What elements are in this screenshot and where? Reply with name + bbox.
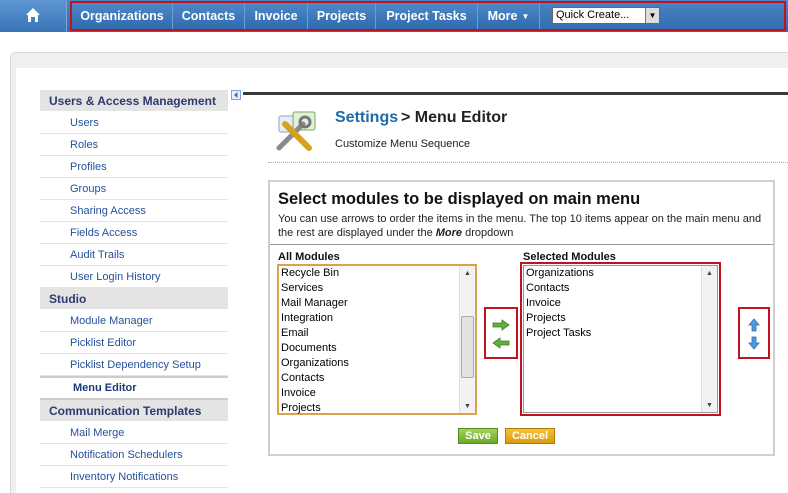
list-item[interactable]: Recycle Bin bbox=[279, 266, 475, 281]
scroll-up-icon[interactable]: ▲ bbox=[460, 266, 475, 280]
all-modules-list[interactable]: Recycle Bin Services Mail Manager Integr… bbox=[277, 264, 477, 415]
sidebar-item-picklist-dependency-setup[interactable]: Picklist Dependency Setup bbox=[40, 354, 228, 376]
quick-create-select[interactable]: Quick Create... ▼ bbox=[552, 7, 660, 24]
sidebar-item-users[interactable]: Users bbox=[40, 112, 228, 134]
sidebar-item-audit-trails[interactable]: Audit Trails bbox=[40, 244, 228, 266]
list-item[interactable]: Organizations bbox=[279, 356, 475, 371]
header-divider bbox=[268, 162, 788, 163]
panel-description-text: You can use arrows to order the items in… bbox=[278, 213, 762, 239]
move-right-icon[interactable] bbox=[491, 318, 511, 332]
sidebar-item-mail-merge[interactable]: Mail Merge bbox=[40, 422, 228, 444]
list-item[interactable]: Mail Manager bbox=[279, 296, 475, 311]
sidebar-item-notification-schedulers[interactable]: Notification Schedulers bbox=[40, 444, 228, 466]
sidebar-item-module-manager[interactable]: Module Manager bbox=[40, 310, 228, 332]
list-item[interactable]: Organizations bbox=[524, 266, 717, 281]
list-item[interactable]: Projects bbox=[524, 311, 717, 326]
list-item[interactable]: Email bbox=[279, 326, 475, 341]
sidebar-item-sharing-access[interactable]: Sharing Access bbox=[40, 200, 228, 222]
dropdown-arrow-icon: ▼ bbox=[645, 8, 659, 23]
list-item[interactable]: Documents bbox=[279, 341, 475, 356]
list-item[interactable]: Invoice bbox=[279, 386, 475, 401]
list-item[interactable]: Projects bbox=[279, 401, 475, 416]
sidebar-heading-communication-templates: Communication Templates bbox=[40, 400, 228, 422]
home-icon bbox=[25, 7, 41, 26]
list-item[interactable]: Invoice bbox=[524, 296, 717, 311]
scroll-thumb[interactable] bbox=[461, 316, 474, 378]
cancel-button[interactable]: Cancel bbox=[505, 428, 555, 444]
list-item[interactable]: Integration bbox=[279, 311, 475, 326]
panel-description-more: More bbox=[435, 227, 463, 239]
quick-create-value: Quick Create... bbox=[556, 9, 630, 21]
sidebar-heading-studio: Studio bbox=[40, 288, 228, 310]
sidebar-heading-users-access: Users & Access Management bbox=[40, 90, 228, 112]
sidebar-item-user-login-history[interactable]: User Login History bbox=[40, 266, 228, 288]
scroll-up-icon[interactable]: ▲ bbox=[702, 266, 717, 280]
page-title: > Menu Editor bbox=[401, 109, 508, 126]
panel-description-end: dropdown bbox=[462, 227, 514, 239]
move-buttons-group bbox=[484, 307, 518, 359]
scroll-down-icon[interactable]: ▼ bbox=[702, 398, 717, 412]
settings-breadcrumb-link[interactable]: Settings bbox=[335, 109, 398, 127]
order-buttons-group bbox=[738, 307, 770, 359]
selected-modules-list[interactable]: Organizations Contacts Invoice Projects … bbox=[523, 265, 718, 413]
sidebar-item-profiles[interactable]: Profiles bbox=[40, 156, 228, 178]
settings-tools-icon bbox=[273, 110, 323, 154]
move-down-icon[interactable] bbox=[744, 336, 764, 350]
header-rule bbox=[243, 92, 788, 95]
selected-modules-scrollbar[interactable]: ▲ ▼ bbox=[701, 266, 717, 412]
collapse-sidebar-icon[interactable] bbox=[231, 90, 241, 100]
caret-down-icon: ▼ bbox=[521, 11, 530, 21]
sidebar-item-groups[interactable]: Groups bbox=[40, 178, 228, 200]
sidebar-item-picklist-editor[interactable]: Picklist Editor bbox=[40, 332, 228, 354]
nav-highlight-box: Organizations Contacts Invoice Projects … bbox=[70, 1, 786, 31]
all-modules-label: All Modules bbox=[278, 251, 340, 263]
nav-item-projects[interactable]: Projects bbox=[308, 3, 376, 29]
nav-item-organizations[interactable]: Organizations bbox=[72, 3, 173, 29]
top-nav-bar: Organizations Contacts Invoice Projects … bbox=[0, 0, 788, 32]
panel-title: Select modules to be displayed on main m… bbox=[278, 190, 641, 208]
list-item[interactable]: Contacts bbox=[279, 371, 475, 386]
sidebar-item-menu-editor[interactable]: Menu Editor bbox=[40, 376, 228, 400]
list-item[interactable]: Contacts bbox=[524, 281, 717, 296]
list-item[interactable]: Services bbox=[279, 281, 475, 296]
more-label: More bbox=[487, 9, 518, 23]
nav-item-invoice[interactable]: Invoice bbox=[245, 3, 308, 29]
move-left-icon[interactable] bbox=[491, 336, 511, 350]
move-up-icon[interactable] bbox=[744, 318, 764, 332]
nav-item-project-tasks[interactable]: Project Tasks bbox=[376, 3, 478, 29]
save-button[interactable]: Save bbox=[458, 428, 498, 444]
all-modules-scrollbar[interactable]: ▲ ▼ bbox=[459, 266, 475, 413]
list-item[interactable]: Project Tasks bbox=[524, 326, 717, 341]
page-subtitle: Customize Menu Sequence bbox=[335, 138, 471, 150]
sidebar-item-inventory-notifications[interactable]: Inventory Notifications bbox=[40, 466, 228, 488]
nav-item-contacts[interactable]: Contacts bbox=[173, 3, 245, 29]
sidebar-item-roles[interactable]: Roles bbox=[40, 134, 228, 156]
nav-item-more[interactable]: More ▼ bbox=[478, 3, 540, 29]
sidebar-item-fields-access[interactable]: Fields Access bbox=[40, 222, 228, 244]
home-button[interactable] bbox=[0, 0, 67, 32]
panel-description: You can use arrows to order the items in… bbox=[278, 212, 768, 240]
scroll-down-icon[interactable]: ▼ bbox=[460, 399, 475, 413]
panel-divider bbox=[270, 244, 773, 245]
settings-sidebar: Users & Access Management Users Roles Pr… bbox=[40, 90, 228, 488]
